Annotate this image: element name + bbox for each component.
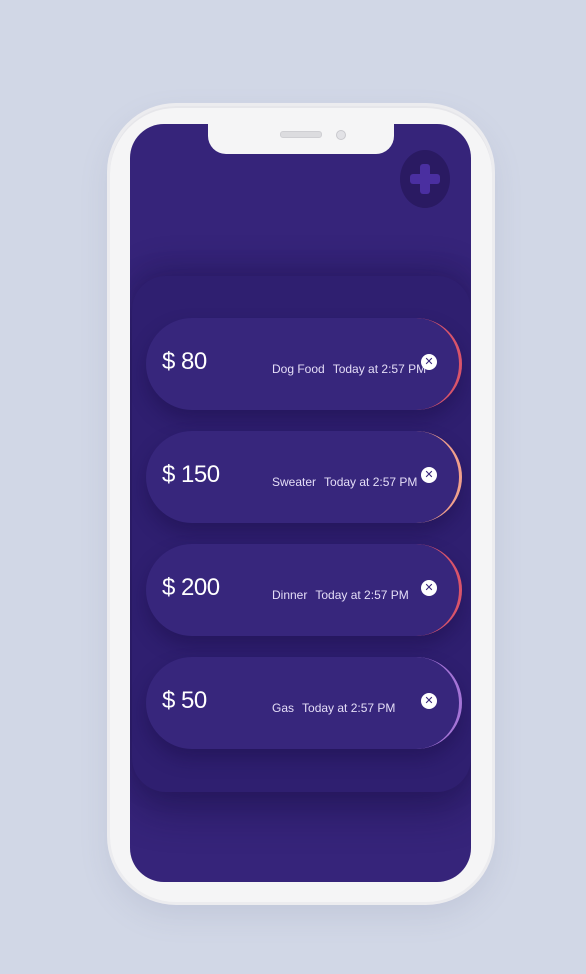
expense-amount: $ 200 [162,574,220,601]
expense-description: Sweater [272,475,317,489]
expense-item: $ 150 Sweater Today at 2:57 PM ✕ [146,431,462,523]
expense-time: Today at 2:57 PM [315,588,409,602]
expense-list: $ 80 Dog Food Today at 2:57 PM ✕ $ 150 Sw… [132,276,471,792]
speaker-grille [280,131,322,138]
expense-time: Today at 2:57 PM [324,475,418,489]
close-icon: ✕ [424,356,434,368]
expense-amount: $ 80 [162,348,207,375]
expense-meta: Gas Today at 2:57 PM [272,701,395,715]
plus-icon [410,164,440,194]
expense-time: Today at 2:57 PM [332,362,427,376]
expense-item: $ 50 Gas Today at 2:57 PM ✕ [146,657,462,749]
close-icon: ✕ [424,469,434,481]
close-icon: ✕ [424,695,434,707]
expense-amount: $ 50 [162,687,207,714]
phone-frame: $ 80 Dog Food Today at 2:57 PM ✕ $ 150 Sw… [110,106,492,902]
expense-amount: $ 150 [162,461,220,488]
app-screen: $ 80 Dog Food Today at 2:57 PM ✕ $ 150 Sw… [130,124,471,882]
expense-meta: Dog Food Today at 2:57 PM [272,362,426,376]
remove-expense-button[interactable]: ✕ [421,467,437,483]
expense-meta: Sweater Today at 2:57 PM [272,475,417,489]
remove-expense-button[interactable]: ✕ [421,693,437,709]
remove-expense-button[interactable]: ✕ [421,580,437,596]
expense-description: Dog Food [272,362,325,376]
phone-notch [208,124,394,154]
close-icon: ✕ [424,582,434,594]
expense-description: Gas [272,701,295,715]
front-camera [336,130,346,140]
remove-expense-button[interactable]: ✕ [421,354,437,370]
add-expense-button[interactable] [400,150,450,208]
expense-meta: Dinner Today at 2:57 PM [272,588,409,602]
expense-time: Today at 2:57 PM [302,701,396,715]
expense-item: $ 200 Dinner Today at 2:57 PM ✕ [146,544,462,636]
expense-description: Dinner [272,588,308,602]
expense-item: $ 80 Dog Food Today at 2:57 PM ✕ [146,318,462,410]
